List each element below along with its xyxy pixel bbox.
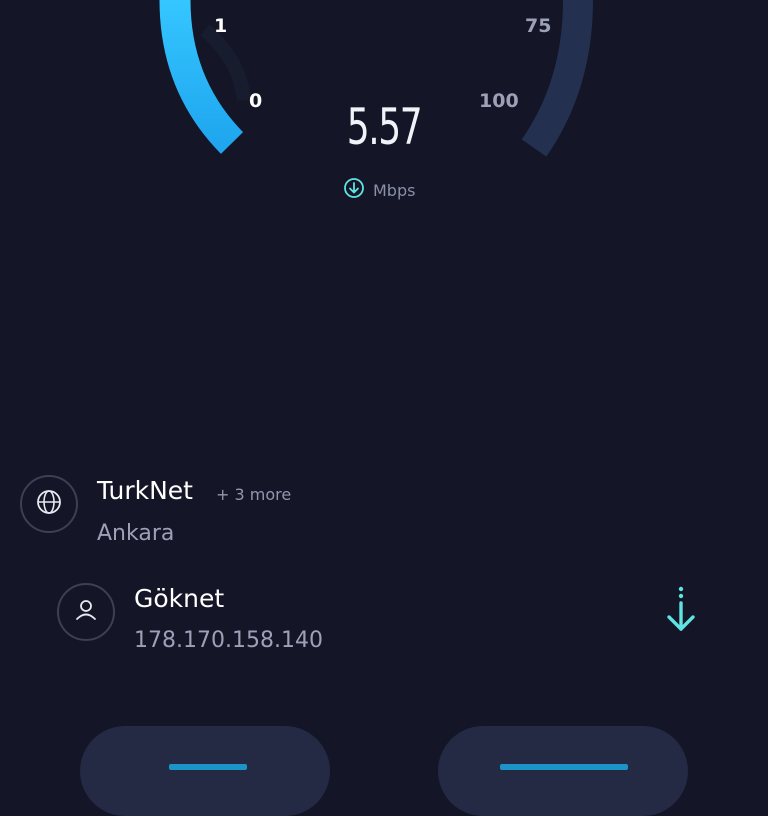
server-provider-name[interactable]: TurkNet — [97, 476, 193, 505]
more-servers-link[interactable]: + 3 more — [216, 485, 291, 504]
globe-icon — [35, 488, 63, 520]
gauge-tick-0: 0 — [249, 90, 263, 112]
speed-unit-row: Mbps — [343, 177, 415, 203]
server-city: Ankara — [97, 521, 175, 546]
client-ip-address: 178.170.158.140 — [134, 628, 323, 653]
bottom-left-button[interactable] — [80, 726, 330, 816]
gauge-tick-75: 75 — [525, 15, 552, 37]
speed-value: 5.57 — [346, 98, 423, 156]
gauge-tick-100: 100 — [479, 90, 519, 112]
client-info-button[interactable] — [57, 583, 115, 641]
gauge-tick-1: 1 — [214, 15, 228, 37]
user-icon — [72, 596, 100, 628]
bottom-right-button-accent — [500, 764, 628, 770]
speed-unit: Mbps — [373, 180, 416, 200]
bottom-left-button-accent — [169, 764, 247, 770]
download-icon — [343, 177, 365, 203]
server-select-button[interactable] — [20, 475, 78, 533]
bottom-right-button[interactable] — [438, 726, 688, 816]
download-arrow-icon — [662, 585, 700, 635]
client-isp-name: Göknet — [134, 584, 225, 613]
